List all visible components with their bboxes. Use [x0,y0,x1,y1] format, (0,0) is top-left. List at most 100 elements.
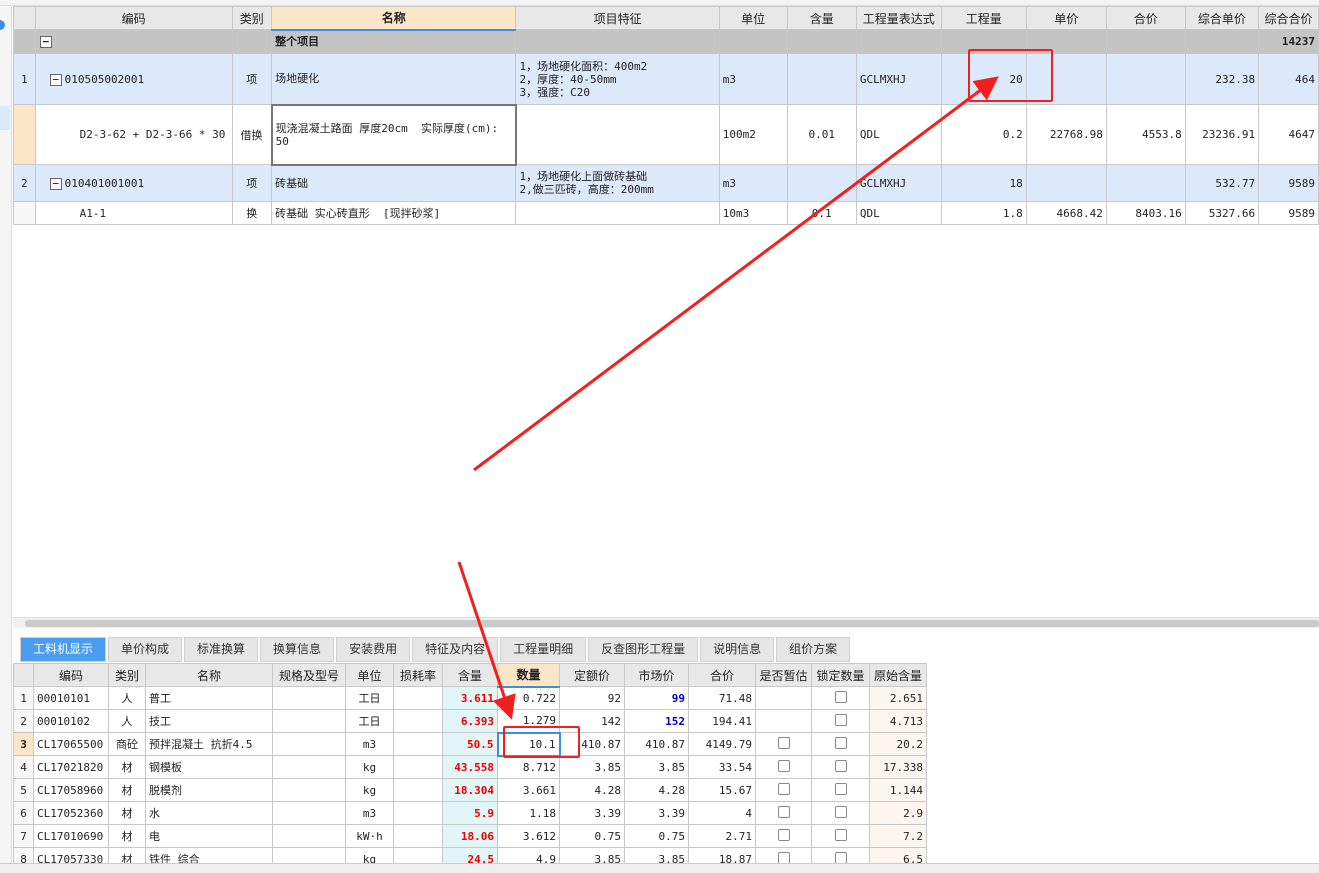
provisional-checkbox[interactable] [755,709,812,733]
column-header[interactable]: 工程量 [940,6,1027,30]
provisional-checkbox[interactable] [755,824,812,848]
amount-cell[interactable]: 3.661 [497,778,560,802]
code-cell[interactable]: CL17052360 [33,801,109,825]
market-price-cell[interactable]: 3.39 [624,801,689,825]
expression-cell[interactable]: QDL [855,104,942,165]
original-content-cell[interactable]: 2.651 [869,686,927,710]
unit-cell[interactable]: m3 [718,164,788,202]
table-row[interactable]: A1-1 换 砖基础 实心砖直形 [现拌砂浆] 10m3 0.1 QDL 1.8 4668.4… [13,201,1319,225]
composite-total-cell[interactable]: 4647 [1258,104,1319,165]
column-header[interactable]: 定额价 [559,663,625,687]
type-cell[interactable]: 借换 [231,104,273,165]
total-cell[interactable] [1105,53,1186,105]
name-cell[interactable]: 砖基础 实心砖直形 [现拌砂浆] [271,201,517,225]
content-cell[interactable]: 18.304 [442,778,498,802]
name-cell[interactable]: 普工 [145,686,273,710]
column-header[interactable]: 综合单价 [1184,6,1260,30]
content-cell[interactable]: 43.558 [442,755,498,779]
column-header[interactable]: 单价 [1025,6,1107,30]
column-header[interactable]: 名称 [271,6,517,31]
horizontal-scrollbar[interactable] [13,617,1319,628]
amount-cell[interactable]: 1.18 [497,801,560,825]
column-header[interactable]: 含量 [442,663,498,687]
table-row[interactable]: 6 CL17052360 材 水 m3 5.9 1.18 3.39 3.39 4 2.9 [13,801,927,825]
code-cell[interactable]: A1-1 [34,201,233,225]
table-row[interactable]: 7 CL17010690 材 电 kW·h 18.06 3.612 0.75 0.75 2.71 7… [13,824,927,848]
spec-cell[interactable] [272,755,346,779]
provisional-checkbox[interactable] [755,686,812,710]
column-header[interactable]: 市场价 [624,663,689,687]
row-number[interactable] [13,201,36,225]
type-cell[interactable]: 项 [231,164,273,202]
unit-cell[interactable]: 工日 [345,709,394,733]
total-cell[interactable] [1105,164,1186,202]
tab-6[interactable]: 工程量明细 [500,637,587,662]
total-cell[interactable]: 33.54 [688,755,756,779]
provisional-checkbox[interactable] [755,755,812,779]
column-header[interactable]: 类别 [231,6,273,30]
column-header[interactable]: 规格及型号 [272,663,346,687]
type-cell[interactable]: 材 [108,778,146,802]
lock-amount-checkbox[interactable] [811,824,870,848]
feature-cell[interactable] [515,29,720,54]
original-content-cell[interactable]: 2.9 [869,801,927,825]
type-cell[interactable]: 材 [108,824,146,848]
row-number[interactable] [13,104,36,165]
table-row[interactable]: 2−010401001001 项 砖基础 1，场地硬化上面做砖基础 2,做三匹砖，高度… [13,164,1319,202]
price-cell[interactable]: 22768.98 [1025,104,1107,165]
type-cell[interactable]: 人 [108,709,146,733]
unit-cell[interactable]: 100m2 [718,104,788,165]
tab-2[interactable]: 标准换算 [184,637,259,662]
column-header[interactable]: 损耗率 [393,663,443,687]
market-price-cell[interactable]: 99 [624,686,689,710]
composite-total-cell[interactable]: 14237 [1258,29,1319,54]
lock-amount-checkbox[interactable] [811,778,870,802]
checkbox-icon[interactable] [777,828,790,841]
base-price-cell[interactable]: 4.28 [559,778,625,802]
composite-total-cell[interactable]: 9589 [1258,201,1319,225]
column-header[interactable]: 单位 [718,6,788,30]
composite-price-cell[interactable]: 232.38 [1184,53,1260,105]
base-price-cell[interactable]: 3.39 [559,801,625,825]
checkbox-icon[interactable] [777,759,790,772]
row-number[interactable]: 3 [13,732,34,756]
total-cell[interactable]: 71.48 [688,686,756,710]
loss-rate-cell[interactable] [393,732,443,756]
expression-cell[interactable] [855,29,942,54]
amount-cell[interactable]: 3.612 [497,824,560,848]
column-header[interactable]: 合价 [1105,6,1186,30]
feature-cell[interactable]: 1，场地硬化上面做砖基础 2,做三匹砖，高度：200mm [515,164,720,202]
row-number[interactable]: 2 [13,709,34,733]
column-header[interactable]: 数量 [497,663,560,688]
composite-price-cell[interactable]: 532.77 [1184,164,1260,202]
name-cell[interactable]: 电 [145,824,273,848]
tab-5[interactable]: 特征及内容 [412,637,499,662]
column-header[interactable]: 综合合价 [1258,6,1319,30]
tab-8[interactable]: 说明信息 [700,637,775,662]
tab-3[interactable]: 换算信息 [260,637,335,662]
type-cell[interactable]: 换 [231,201,273,225]
name-cell[interactable]: 脱模剂 [145,778,273,802]
type-cell[interactable]: 项 [231,53,273,105]
collapse-icon[interactable]: − [49,73,62,86]
spec-cell[interactable] [272,709,346,733]
unit-cell[interactable]: m3 [718,53,788,105]
price-cell[interactable] [1025,164,1107,202]
row-number[interactable]: 1 [13,53,36,105]
column-header[interactable]: 编码 [34,6,233,30]
tab-7[interactable]: 反查图形工程量 [588,637,699,662]
total-cell[interactable]: 194.41 [688,709,756,733]
column-header[interactable]: 合价 [688,663,756,687]
unit-cell[interactable] [718,29,788,54]
column-header[interactable]: 名称 [145,663,273,687]
column-header[interactable]: 类别 [108,663,146,687]
name-cell[interactable]: 技工 [145,709,273,733]
feature-cell[interactable] [515,201,720,225]
content-cell[interactable] [786,164,857,202]
unit-cell[interactable]: 10m3 [718,201,788,225]
name-cell[interactable]: 现浇混凝土路面 厚度20cm 实际厚度(cm): 50 [270,103,517,166]
content-cell[interactable]: 0.1 [786,201,857,225]
total-cell[interactable] [1105,29,1186,54]
unit-cell[interactable]: m3 [345,732,394,756]
loss-rate-cell[interactable] [393,801,443,825]
